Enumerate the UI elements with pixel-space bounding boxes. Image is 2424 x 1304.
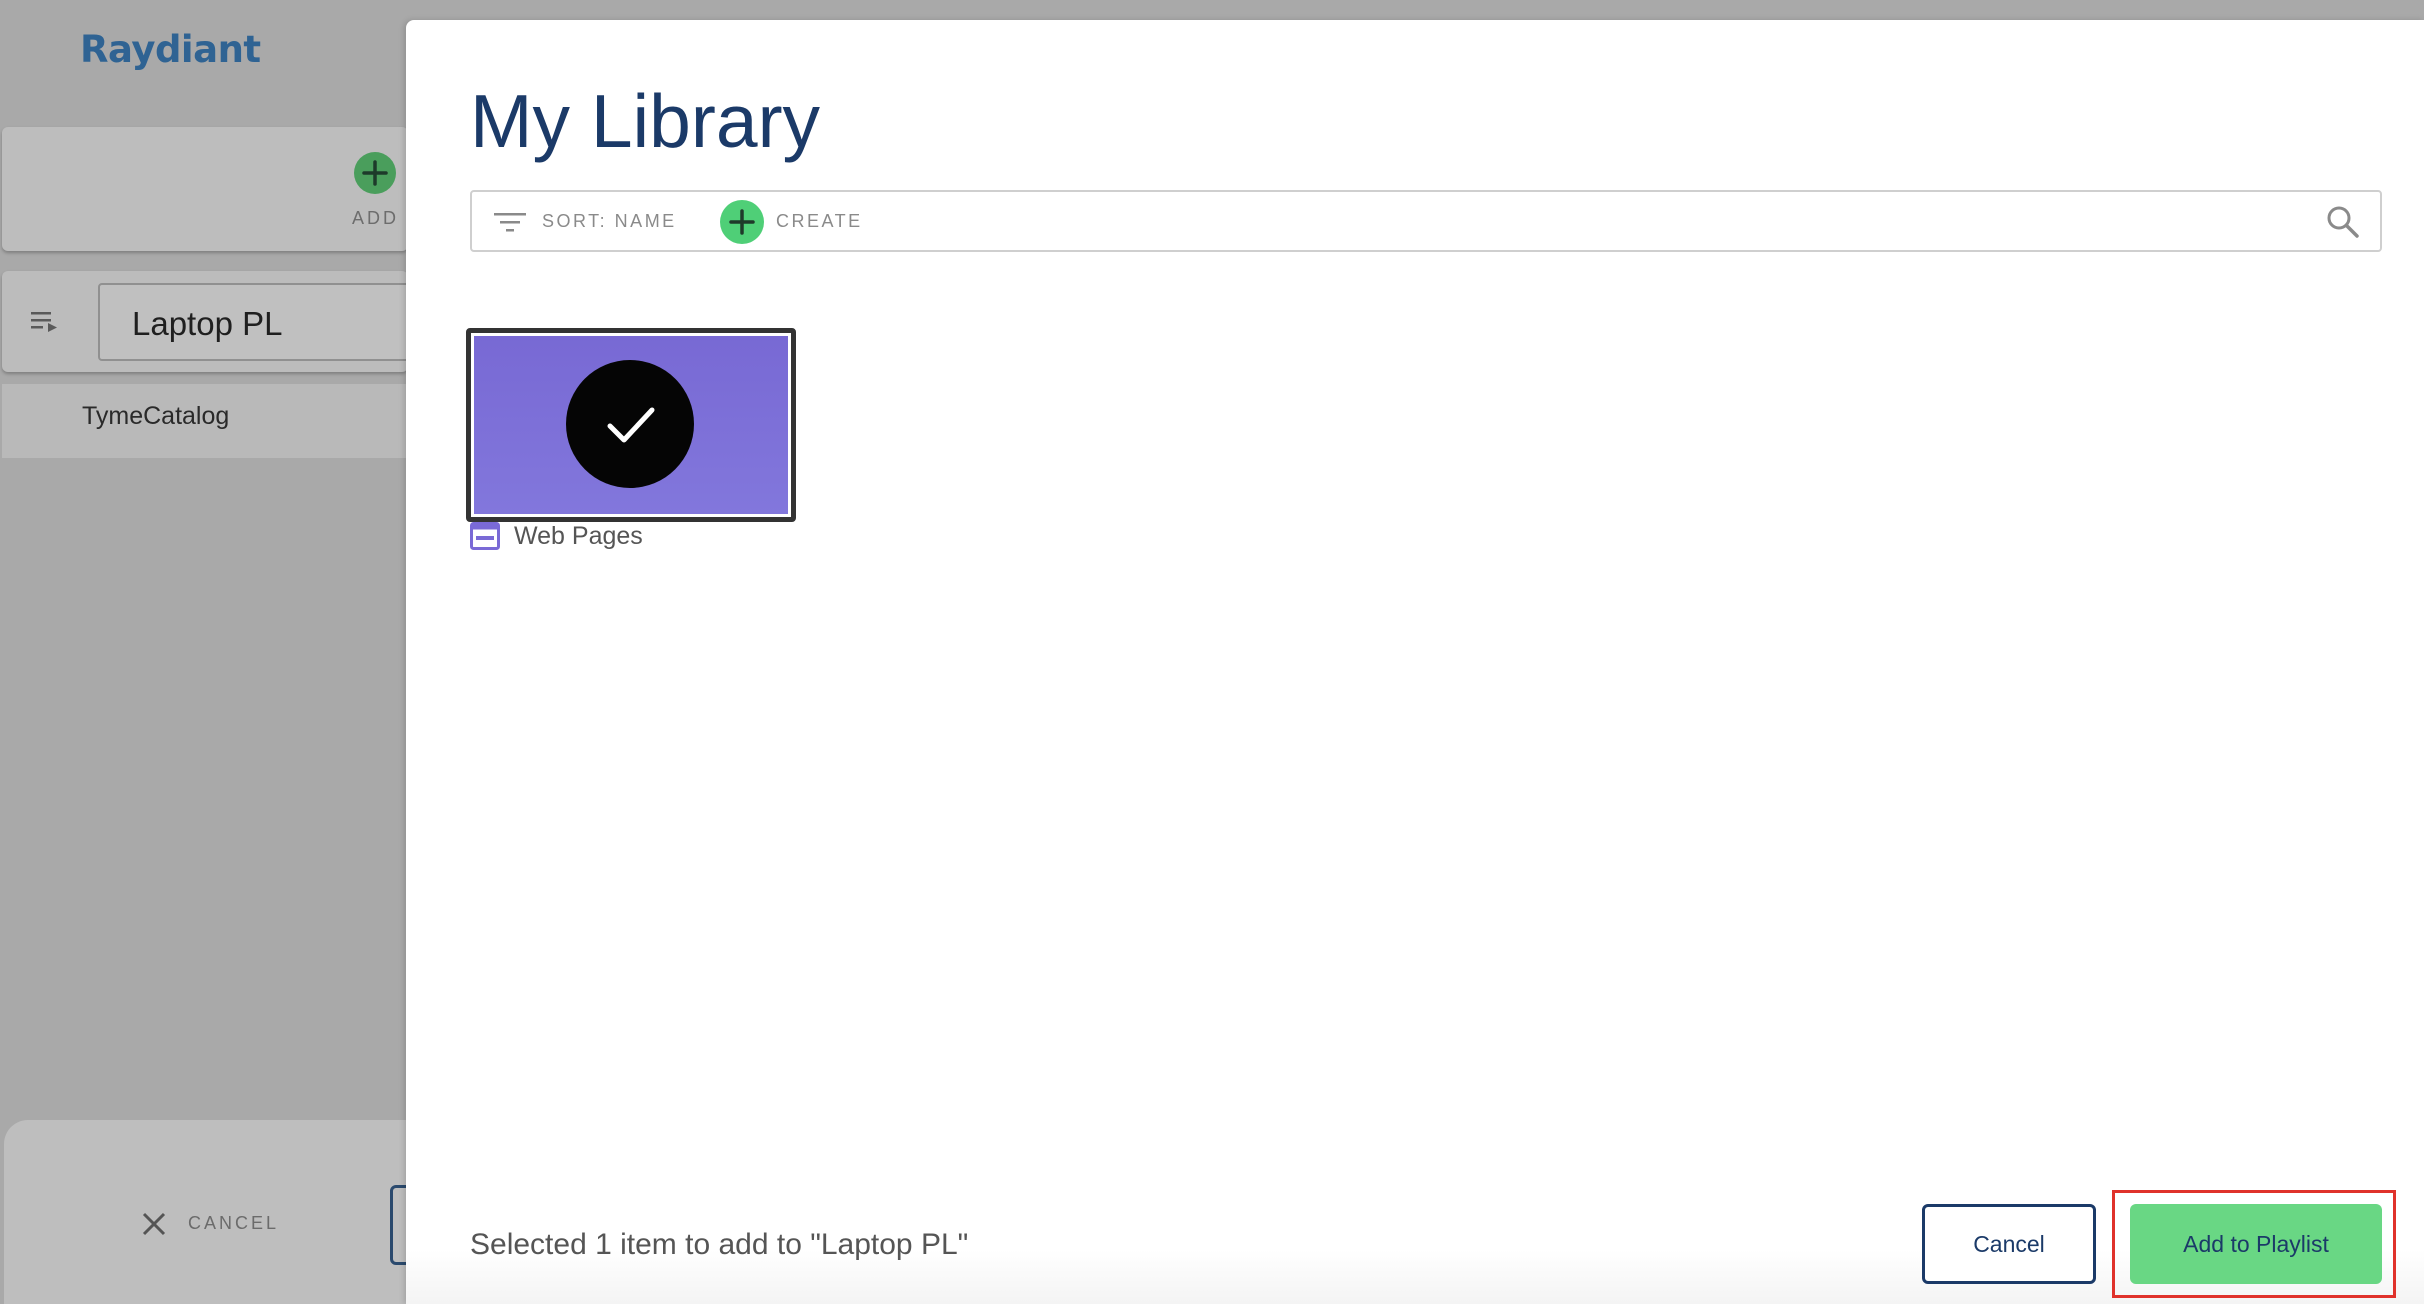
web-page-icon <box>470 522 500 555</box>
add-plus-icon[interactable] <box>354 152 396 194</box>
cancel-button[interactable]: Cancel <box>1922 1204 2096 1284</box>
close-icon[interactable] <box>140 1210 168 1243</box>
add-panel <box>2 127 408 251</box>
playlist-icon <box>30 310 60 339</box>
brand-logo: Raydiant <box>80 28 261 71</box>
bottom-action-bar <box>4 1120 414 1304</box>
checkmark-icon[interactable] <box>566 360 694 488</box>
selection-status: Selected 1 item to add to "Laptop PL" <box>470 1228 969 1261</box>
page-title: My Library <box>470 79 821 163</box>
library-item-label: Web Pages <box>514 522 643 550</box>
add-to-playlist-button[interactable]: Add to Playlist <box>2130 1204 2382 1284</box>
playlist-name: Laptop PL <box>132 305 283 342</box>
create-plus-icon[interactable] <box>720 200 764 244</box>
background-cancel-label[interactable]: CANCEL <box>188 1213 279 1234</box>
add-label[interactable]: ADD <box>352 208 399 229</box>
playlist-item[interactable]: TymeCatalog <box>82 402 229 431</box>
sort-icon[interactable] <box>494 210 526 239</box>
search-icon[interactable] <box>2326 205 2360 244</box>
sort-button[interactable]: SORT: NAME <box>542 211 677 232</box>
create-button[interactable]: CREATE <box>776 211 863 232</box>
